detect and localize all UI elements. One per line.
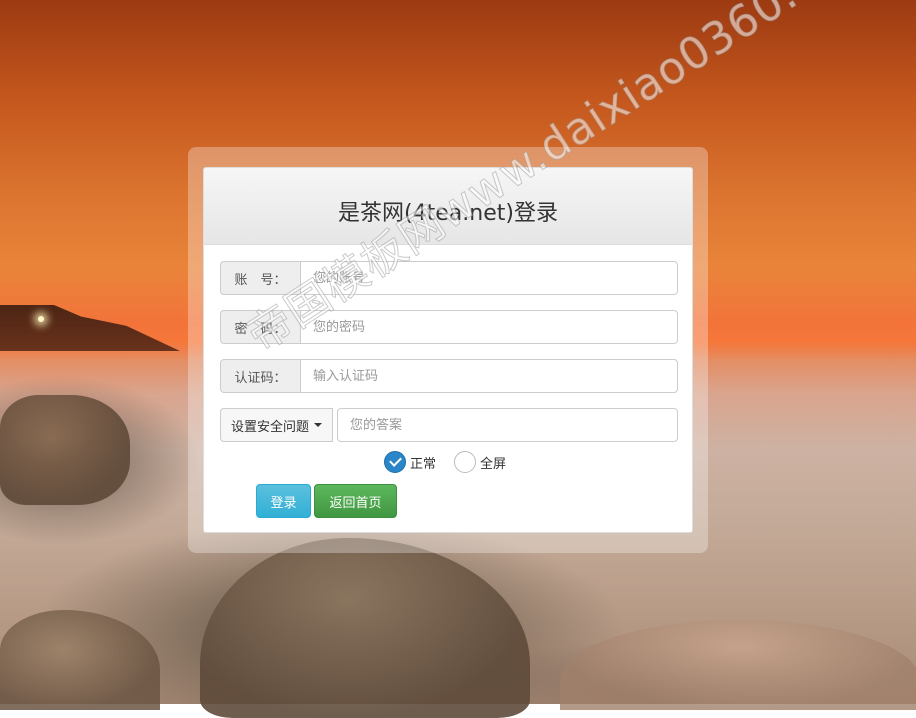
radio-fullscreen-label: 全屏 (480, 456, 507, 472)
radio-fullscreen[interactable]: 全屏 (454, 451, 506, 473)
radio-unchecked-icon (454, 451, 477, 473)
captcha-input[interactable] (300, 359, 678, 393)
captcha-row: 认证码： (220, 359, 678, 393)
password-row: 密 码： (220, 310, 678, 344)
account-row: 账 号： (220, 261, 678, 295)
caret-down-icon (314, 423, 323, 427)
account-label: 账 号： (220, 261, 300, 295)
radio-checked-icon (384, 451, 406, 473)
security-question-label: 设置安全问题 (231, 419, 310, 435)
password-label: 密 码： (220, 310, 300, 344)
radio-normal-label: 正常 (410, 456, 437, 472)
login-button[interactable]: 登录 (256, 484, 311, 518)
captcha-label: 认证码： (220, 359, 300, 393)
background-rock-left (0, 395, 130, 505)
panel-heading: 是茶网(4tea.net)登录 (204, 168, 692, 245)
return-home-button[interactable]: 返回首页 (314, 484, 397, 518)
background-shore-light (38, 316, 44, 322)
security-row: 设置安全问题 (220, 408, 678, 442)
security-answer-wrap (337, 408, 678, 442)
page-title: 是茶网(4tea.net)登录 (338, 201, 558, 226)
display-mode-group: 正常 全屏 (384, 451, 524, 473)
security-question-dropdown[interactable]: 设置安全问题 (220, 408, 334, 442)
account-input[interactable] (300, 261, 678, 295)
checkmark-icon (388, 454, 402, 467)
radio-normal[interactable]: 正常 (384, 451, 436, 473)
security-answer-input[interactable] (337, 408, 678, 442)
password-input[interactable] (300, 310, 678, 344)
login-panel: 是茶网(4tea.net)登录 账 号： 密 码： 认证码： 设置安全问题 正常 (203, 167, 693, 533)
